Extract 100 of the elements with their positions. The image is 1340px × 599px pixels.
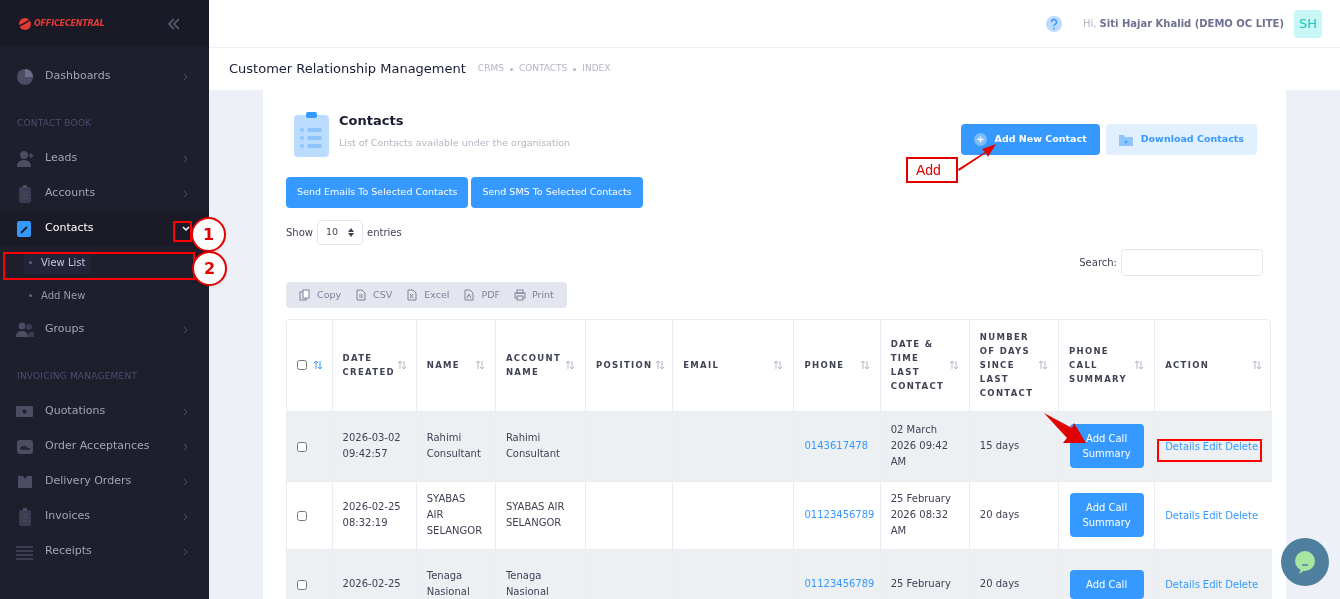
column-header[interactable]: PHONE — [804, 358, 845, 373]
sort-caret-icon — [348, 228, 354, 237]
export-button[interactable]: PDF — [458, 287, 505, 303]
sidebar-item[interactable]: Dashboards — [0, 59, 209, 94]
folder-icon — [1118, 133, 1133, 146]
column-header[interactable]: DATE CREATED — [342, 351, 395, 380]
add-call-summary-button[interactable]: Add Call Summary — [1069, 424, 1144, 468]
logo: OFFICECENTRAL — [18, 16, 105, 31]
sidebar-item[interactable]: Order Acceptances — [0, 429, 209, 464]
copy-icon — [299, 289, 311, 301]
sort-icon — [1252, 360, 1262, 371]
column-header[interactable]: DATE & TIME LAST CONTACT — [890, 337, 947, 394]
breadcrumb-link[interactable]: INDEX — [582, 62, 611, 76]
table-cell-text: SYABAS AIR SELANGOR — [505, 500, 566, 530]
chat-bubble-icon — [1293, 550, 1317, 574]
sort-icon — [565, 360, 576, 371]
export-button[interactable]: CSV — [350, 287, 398, 303]
table-cell-text: Rahimi Consultant — [426, 431, 482, 461]
action-link[interactable]: Details — [1165, 438, 1200, 454]
sidebar-item[interactable]: Receipts — [0, 534, 209, 569]
export-button[interactable]: Copy — [294, 287, 347, 303]
search-field[interactable] — [1121, 249, 1263, 276]
user-plus-icon — [16, 149, 34, 168]
sidebar-item[interactable]: Quotations — [0, 394, 209, 429]
spreadsheet-file-icon — [406, 289, 419, 301]
breadcrumb-link[interactable]: CONTACTS — [518, 62, 568, 76]
user-greeting[interactable]: Hi, Siti Hajar Khalid (DEMO OC LITE) — [1082, 16, 1284, 31]
row-checkbox[interactable] — [297, 579, 307, 590]
printer-icon — [513, 289, 526, 301]
column-header[interactable]: ACCOUNT NAME — [505, 351, 564, 380]
chat-button[interactable] — [1281, 538, 1329, 586]
sort-icon — [396, 360, 407, 371]
sort-icon — [773, 360, 784, 371]
breadcrumb-link[interactable]: CRMS — [477, 62, 504, 76]
sidebar-item[interactable]: Delivery Orders — [0, 464, 209, 499]
sort-icon — [1038, 360, 1048, 371]
plus-icon — [973, 133, 987, 146]
action-link[interactable]: Edit — [1202, 438, 1223, 454]
submenu-item[interactable]: View List — [24, 251, 91, 274]
column-header[interactable]: ACTION — [1165, 358, 1210, 373]
action-link[interactable]: Details — [1165, 507, 1200, 523]
column-header[interactable]: EMAIL — [683, 358, 720, 373]
bulk-action-button[interactable]: Send SMS To Selected Contacts — [471, 177, 643, 208]
column-header[interactable]: POSITION — [596, 358, 653, 373]
file-icon — [355, 289, 368, 301]
add-call-summary-button[interactable]: Add Call Summary — [1069, 493, 1144, 537]
sidebar-item[interactable]: Invoices — [0, 499, 209, 534]
globe-icon — [18, 16, 32, 31]
sidebar-item[interactable]: Groups — [0, 312, 209, 347]
search-label: Search: — [1079, 256, 1117, 270]
add-call-summary-button[interactable]: Add Call — [1069, 569, 1144, 599]
sort-icon — [859, 360, 870, 371]
phone-icon — [16, 219, 34, 238]
action-link[interactable]: Details — [1165, 576, 1200, 592]
row-checkbox[interactable] — [297, 510, 307, 521]
phone-link[interactable]: 0143617478 — [804, 438, 870, 454]
sort-icon — [948, 360, 959, 371]
collapse-sidebar-icon — [167, 16, 181, 31]
table-cell-text: Tenaga Nasional — [426, 569, 471, 599]
table-cell-text: 20 days — [979, 577, 1021, 592]
table-cell-text: 20 days — [979, 508, 1021, 522]
action-link[interactable]: Edit — [1202, 576, 1223, 592]
action-link[interactable]: Delete — [1225, 438, 1259, 454]
users-icon — [16, 320, 34, 339]
sort-icon — [474, 360, 485, 371]
clipboard-icon — [16, 507, 34, 526]
export-button[interactable]: Excel — [401, 287, 455, 303]
arrow-icon — [1043, 412, 1087, 444]
select-all-checkbox[interactable] — [297, 360, 307, 371]
export-button[interactable]: Print — [508, 287, 559, 303]
download-contacts-button[interactable]: Download Contacts — [1105, 124, 1257, 155]
section-heading: INVOICING MANAGEMENT — [16, 369, 139, 383]
sort-icon — [313, 360, 323, 371]
clipboard-list-icon — [294, 112, 329, 157]
show-label: Show — [286, 226, 313, 240]
row-checkbox[interactable] — [297, 441, 307, 452]
action-link[interactable]: Delete — [1225, 507, 1259, 523]
add-new-contact-button[interactable]: Add New Contact — [960, 124, 1100, 155]
bulk-action-button[interactable]: Send Emails To Selected Contacts — [286, 177, 469, 208]
column-header[interactable]: PHONE CALL SUMMARY — [1069, 344, 1133, 387]
table-cell-text: 2026-02-25 08:32:19 — [342, 500, 402, 530]
page-size-select[interactable]: 10 — [317, 220, 363, 245]
sort-icon — [1134, 360, 1145, 371]
help-icon — [1044, 14, 1063, 33]
action-link[interactable]: Edit — [1202, 507, 1223, 523]
column-header[interactable]: NAME — [426, 358, 460, 373]
sidebar-item[interactable]: Leads — [0, 141, 209, 176]
section-heading: CONTACT BOOK — [16, 116, 93, 130]
table-cell-text: Rahimi Consultant — [505, 431, 561, 461]
sidebar-item[interactable]: Accounts — [0, 176, 209, 211]
submenu-item[interactable]: Add New — [24, 284, 91, 307]
avatar[interactable]: SH — [1294, 9, 1322, 38]
card-title: Contacts — [339, 111, 405, 130]
column-header[interactable]: NUMBER OF DAYS SINCE LAST CONTACT — [979, 330, 1036, 401]
clipboard-icon — [16, 184, 34, 203]
table-cell-text: Tenaga Nasional — [505, 569, 550, 599]
table-cell-text: 15 days — [979, 439, 1021, 453]
action-link[interactable]: Delete — [1225, 576, 1259, 592]
table-cell-text: 25 February — [890, 577, 952, 592]
entries-label: entries — [367, 226, 402, 240]
